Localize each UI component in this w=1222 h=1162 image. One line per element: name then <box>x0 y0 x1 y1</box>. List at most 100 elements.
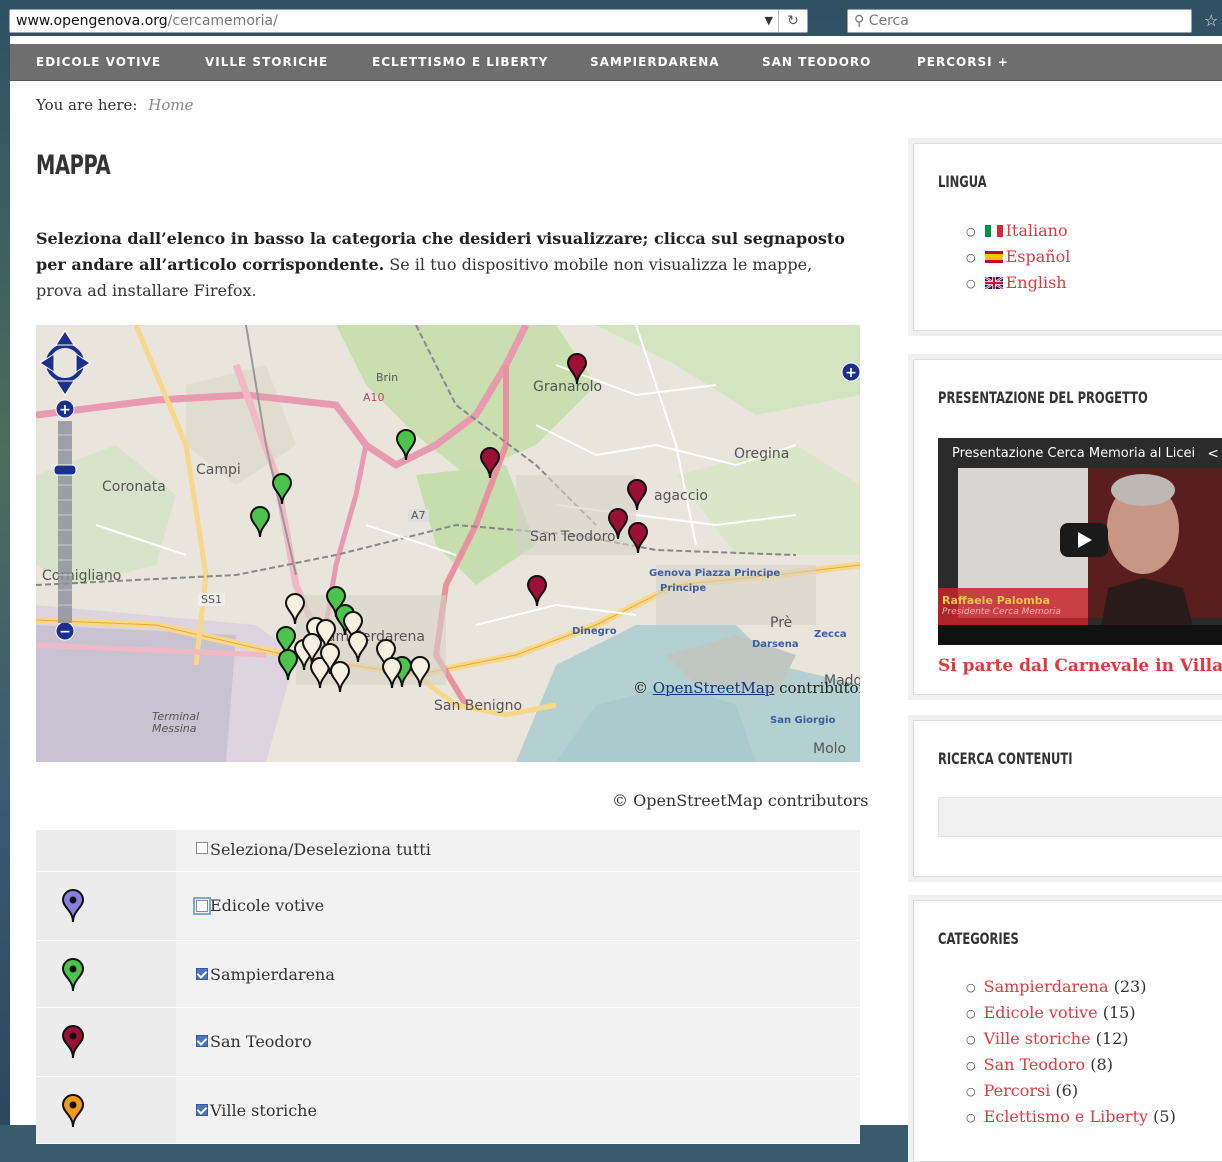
openstreetmap-link[interactable]: OpenStreetMap <box>653 679 775 697</box>
video-post-link[interactable]: Si parte dal Carnevale in Villa <box>938 656 1222 676</box>
map-pin-marker[interactable] <box>347 631 369 663</box>
category-item[interactable]: Ville storiche (12) <box>966 1026 1176 1052</box>
map-label-zecca: Zecca <box>814 629 847 640</box>
map-marker-icon <box>61 889 85 923</box>
category-legend-table: Seleziona/Deseleziona tutti Edicole voti… <box>36 830 860 1144</box>
language-item-espanol[interactable]: Español <box>966 244 1070 270</box>
language-link-espanol[interactable]: Español <box>1006 247 1071 266</box>
nav-san-teodoro[interactable]: SAN TEODORO <box>762 44 871 80</box>
map-attribution: © OpenStreetMap contributors <box>633 679 860 697</box>
category-checkbox[interactable] <box>193 897 211 915</box>
language-list: Italiano Español English <box>966 218 1070 296</box>
map-zoom-controls[interactable]: + − <box>36 325 96 655</box>
widget-lingua: LINGUA Italiano Español English <box>913 143 1222 331</box>
map-pin-marker[interactable] <box>479 447 501 479</box>
map-pin-marker[interactable] <box>526 575 548 607</box>
nav-edicole-votive[interactable]: EDICOLE VOTIVE <box>36 44 161 80</box>
url-host: www.opengenova.org <box>16 13 168 29</box>
widget-title-lingua: LINGUA <box>938 172 987 191</box>
category-item[interactable]: Sampierdarena (23) <box>966 974 1176 1000</box>
category-item[interactable]: Edicole votive (15) <box>966 1000 1176 1026</box>
svg-text:+: + <box>59 402 71 418</box>
category-label: Sampierdarena <box>210 965 335 984</box>
map-pin-marker[interactable] <box>626 479 648 511</box>
uk-flag-icon <box>983 277 1004 289</box>
category-count: (23) <box>1113 977 1147 996</box>
category-link[interactable]: Edicole votive <box>984 1003 1098 1022</box>
category-checkbox[interactable] <box>196 968 208 980</box>
language-item-english[interactable]: English <box>966 270 1070 296</box>
category-checkbox[interactable] <box>196 1104 208 1116</box>
page-title: MAPPA <box>36 150 111 181</box>
widget-presentazione: PRESENTAZIONE DEL PROGETTO Presentazione… <box>913 359 1222 695</box>
italy-flag-icon <box>984 225 1003 237</box>
map-pin-marker[interactable] <box>284 593 306 625</box>
map-pin-marker[interactable] <box>627 522 649 554</box>
category-item[interactable]: San Teodoro (8) <box>966 1052 1176 1078</box>
language-link-italiano[interactable]: Italiano <box>1006 221 1068 240</box>
widget-title-ricerca: RICERCA CONTENUTI <box>938 749 1073 768</box>
category-checkbox[interactable] <box>196 1035 208 1047</box>
reload-icon[interactable]: ↻ <box>778 10 807 32</box>
video-title: Presentazione Cerca Memoria al Licei <box>952 446 1196 461</box>
map-pin-marker[interactable] <box>301 633 323 665</box>
breadcrumb-label: You are here: <box>36 96 138 114</box>
nav-sampierdarena[interactable]: SAMPIERDARENA <box>590 44 720 80</box>
map-label-dinegro: Dinegro <box>572 626 617 637</box>
web-page: EDICOLE VOTIVE VILLE STORICHE ECLETTISMO… <box>10 36 1222 1162</box>
youtube-video-player[interactable]: Presentazione Cerca Memoria al Licei < R… <box>938 438 1222 645</box>
select-all-checkbox[interactable] <box>196 842 208 854</box>
svg-text:+: + <box>845 365 857 381</box>
select-all-label: Seleziona/Deseleziona tutti <box>210 840 431 859</box>
share-icon[interactable]: < <box>1207 446 1219 462</box>
browser-search-input[interactable]: ⚲ Cerca <box>847 9 1192 33</box>
address-bar[interactable]: www.opengenova.org/cercamemoria/ ▼ ↻ <box>9 9 808 33</box>
category-item[interactable]: Eclettismo e Liberty (5) <box>966 1104 1176 1130</box>
category-link[interactable]: Sampierdarena <box>984 977 1109 996</box>
map-label-lagaccio: agaccio <box>654 488 708 504</box>
map-pin-marker[interactable] <box>395 429 417 461</box>
map-label-principe-station: Genova Piazza Principe <box>649 568 781 579</box>
openstreetmap-map[interactable]: Granarolo Oregina Campi Coronata Cornigl… <box>36 325 860 762</box>
bookmark-star-icon[interactable]: ☆ <box>1204 11 1218 30</box>
intro-text: Seleziona dall’elenco in basso la catego… <box>36 226 862 304</box>
search-icon: ⚲ <box>854 13 865 29</box>
svg-text:−: − <box>59 624 71 640</box>
category-link[interactable]: Percorsi <box>984 1081 1051 1100</box>
map-pin-marker[interactable] <box>566 353 588 385</box>
nav-eclettismo-liberty[interactable]: ECLETTISMO E LIBERTY <box>372 44 548 80</box>
history-dropdown-icon[interactable]: ▼ <box>765 10 773 32</box>
category-link[interactable]: San Teodoro <box>984 1055 1086 1074</box>
browser-toolbar: www.opengenova.org/cercamemoria/ ▼ ↻ ⚲ C… <box>0 8 1222 36</box>
layer-switcher-icon[interactable]: + <box>841 362 860 382</box>
video-speaker-role: Presidente Cerca Memoria <box>942 607 1061 617</box>
play-button[interactable] <box>1060 523 1108 557</box>
map-label-san-benigno: San Benigno <box>434 698 523 714</box>
video-caption: Raffaele Palomba Presidente Cerca Memori… <box>942 594 1082 617</box>
category-item[interactable]: Percorsi (6) <box>966 1078 1176 1104</box>
osm-credit: © OpenStreetMap contributors <box>612 791 869 810</box>
nav-percorsi[interactable]: PERCORSI + <box>917 44 1009 80</box>
category-link[interactable]: Eclettismo e Liberty <box>984 1107 1148 1126</box>
map-pin-marker[interactable] <box>249 506 271 538</box>
content-search-input[interactable] <box>938 797 1222 837</box>
map-pin-marker[interactable] <box>409 656 431 688</box>
language-item-italiano[interactable]: Italiano <box>966 218 1070 244</box>
map-pin-marker[interactable] <box>381 657 403 689</box>
nav-ville-storiche[interactable]: VILLE STORICHE <box>205 44 328 80</box>
category-count: (8) <box>1090 1055 1113 1074</box>
widget-ricerca: RICERCA CONTENUTI <box>913 720 1222 877</box>
category-count: (12) <box>1095 1029 1129 1048</box>
breadcrumb-home-link[interactable]: Home <box>148 96 193 114</box>
widget-title-presentazione: PRESENTAZIONE DEL PROGETTO <box>938 388 1148 407</box>
map-label-darsena: Darsena <box>752 639 799 650</box>
map-pin-marker[interactable] <box>607 508 629 540</box>
category-count: (5) <box>1153 1107 1176 1126</box>
map-marker-icon <box>61 958 85 992</box>
map-label-a10: A10 <box>363 391 385 404</box>
category-link[interactable]: Ville storiche <box>984 1029 1091 1048</box>
map-pin-marker[interactable] <box>271 473 293 505</box>
map-attribution-prefix: © <box>633 679 653 697</box>
legend-row: Edicole votive <box>36 872 860 941</box>
language-link-english[interactable]: English <box>1006 273 1067 292</box>
